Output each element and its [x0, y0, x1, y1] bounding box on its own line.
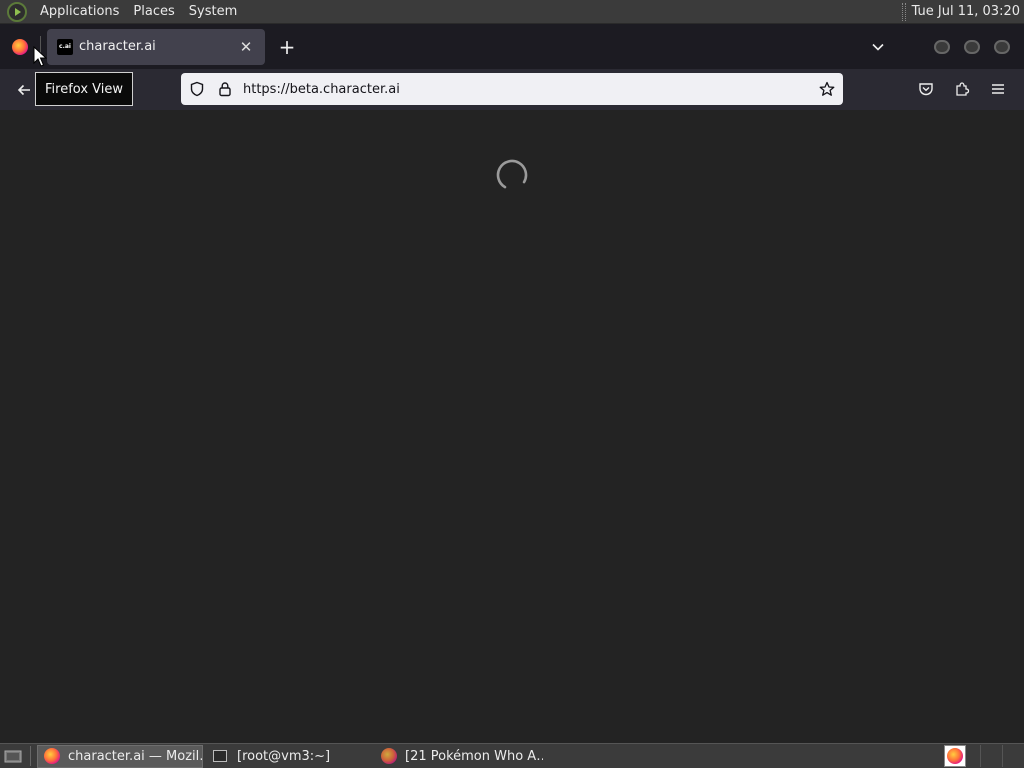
- list-all-tabs-button[interactable]: [862, 31, 894, 63]
- taskbar: character.ai — Mozil… [root@vm3:~] [21 P…: [0, 743, 1024, 768]
- firefox-icon: [381, 748, 397, 764]
- firefox-logo-icon: [12, 38, 28, 55]
- applications-menu[interactable]: Applications: [33, 0, 126, 24]
- task-label: [21 Pokémon Who A…: [405, 748, 543, 764]
- plus-icon: +: [278, 34, 296, 59]
- hamburger-menu-icon: [992, 84, 1004, 94]
- system-menu[interactable]: System: [182, 0, 244, 24]
- tray-firefox-button[interactable]: [944, 745, 966, 767]
- puzzle-icon: [956, 82, 970, 96]
- task-firefox-pokemon[interactable]: [21 Pokémon Who A…: [375, 745, 543, 768]
- task-terminal[interactable]: [root@vm3:~]: [207, 745, 371, 768]
- top-panel: Applications Places System Tue Jul 11, 0…: [0, 0, 1024, 24]
- task-firefox-character-ai[interactable]: character.ai — Mozil…: [37, 744, 203, 768]
- page-content: [0, 110, 1024, 743]
- mouse-cursor-icon: [33, 46, 47, 67]
- tab-character-ai[interactable]: c.ai character.ai ✕: [47, 28, 265, 65]
- url-text[interactable]: https://beta.character.ai: [239, 82, 811, 97]
- new-tab-button[interactable]: +: [271, 31, 303, 63]
- lock-icon[interactable]: [211, 81, 239, 97]
- app-menu-button[interactable]: [980, 73, 1016, 105]
- tab-close-icon[interactable]: ✕: [237, 38, 255, 56]
- extensions-button[interactable]: [944, 73, 980, 105]
- loading-spinner-icon: [496, 159, 528, 191]
- taskbar-separator: [30, 746, 31, 766]
- distro-logo-icon[interactable]: [7, 1, 27, 22]
- workspace-switcher[interactable]: [1002, 745, 1024, 767]
- firefox-icon: [44, 748, 60, 764]
- pocket-button[interactable]: [908, 73, 944, 105]
- arrow-left-icon: [17, 84, 30, 95]
- task-label: [root@vm3:~]: [237, 748, 331, 764]
- url-bar[interactable]: https://beta.character.ai: [181, 73, 843, 105]
- workspace-switcher[interactable]: [980, 745, 1002, 767]
- nav-bar: Firefox View https://beta.character.ai: [0, 69, 1024, 110]
- terminal-icon: [213, 750, 227, 762]
- tab-title: character.ai: [79, 39, 156, 54]
- window-minimize-button[interactable]: [934, 39, 950, 54]
- clock[interactable]: Tue Jul 11, 03:20: [912, 4, 1024, 19]
- places-menu[interactable]: Places: [126, 0, 181, 24]
- window-maximize-button[interactable]: [964, 39, 980, 54]
- task-label: character.ai — Mozil…: [68, 748, 203, 764]
- bookmark-star-icon[interactable]: [811, 81, 843, 97]
- window-close-button[interactable]: [994, 39, 1010, 54]
- firefox-icon: [947, 748, 963, 764]
- tab-strip: c.ai character.ai ✕ +: [0, 24, 1024, 69]
- tab-favicon: c.ai: [57, 38, 73, 55]
- panel-grip-handle[interactable]: [901, 2, 906, 21]
- pocket-icon: [919, 83, 933, 96]
- shield-icon[interactable]: [183, 81, 211, 97]
- show-desktop-icon: [4, 750, 22, 763]
- chevron-down-icon: [872, 43, 884, 51]
- toolbar-right: [908, 73, 1016, 105]
- show-desktop-button[interactable]: [2, 747, 24, 765]
- firefox-view-tooltip: Firefox View: [35, 72, 134, 106]
